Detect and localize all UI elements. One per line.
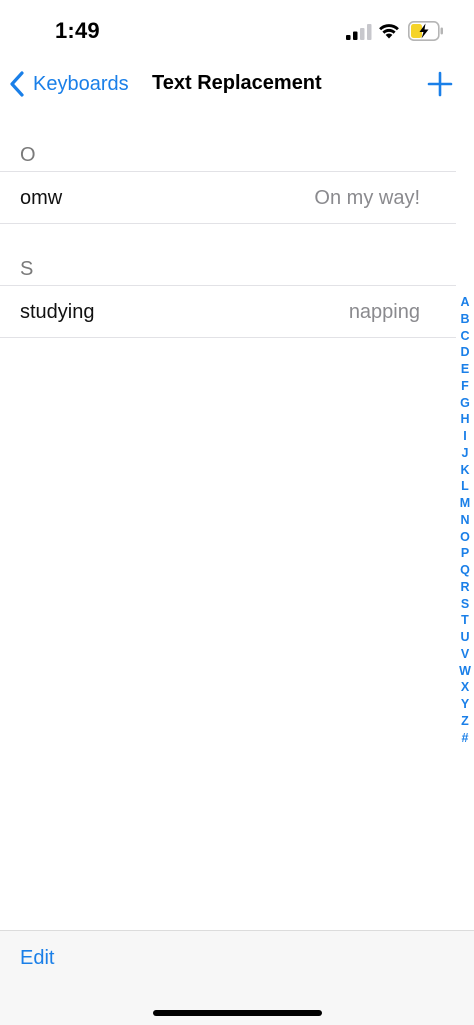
index-letter[interactable]: U [460, 629, 469, 646]
bottom-toolbar: Edit [0, 930, 474, 1025]
section-header-s: S [20, 258, 34, 280]
index-letter[interactable]: L [461, 478, 469, 495]
index-letter[interactable]: J [462, 445, 469, 462]
back-button-keyboards[interactable]: Keyboards [8, 68, 129, 100]
index-letter[interactable]: O [460, 529, 470, 546]
section-header-o: O [20, 144, 36, 166]
cellular-signal-icon [346, 24, 372, 40]
index-letter[interactable]: F [461, 378, 469, 395]
index-letter[interactable]: G [460, 395, 470, 412]
index-letter[interactable]: I [463, 428, 466, 445]
index-letter[interactable]: Q [460, 562, 470, 579]
status-bar: 1:49 [0, 0, 474, 62]
battery-charging-icon [408, 21, 443, 41]
index-letter[interactable]: Z [461, 713, 469, 730]
back-label: Keyboards [33, 72, 129, 95]
index-letter[interactable]: K [460, 462, 469, 479]
home-indicator [153, 1010, 322, 1016]
shortcut-text: studying [20, 301, 95, 323]
index-letter[interactable]: E [461, 361, 469, 378]
phrase-text: On my way! [314, 187, 420, 209]
index-letter[interactable]: S [461, 596, 469, 613]
index-letter[interactable]: A [460, 294, 469, 311]
navigation-bar: Keyboards Text Replacement [0, 62, 474, 106]
section-index[interactable]: A B C D E F G H I J K L M N O P Q R S T U V W X Y Z # [455, 294, 474, 746]
shortcut-text: omw [20, 187, 63, 209]
index-letter[interactable]: D [460, 344, 469, 361]
phrase-text: napping [348, 301, 420, 323]
page-title: Text Replacement [152, 72, 322, 94]
index-letter[interactable]: M [460, 495, 470, 512]
index-letter[interactable]: N [460, 512, 469, 529]
text-replacement-screen: 1:49 Keyboards Text Replacement O omw On… [0, 0, 474, 1025]
index-letter[interactable]: Y [461, 696, 469, 713]
index-letter[interactable]: # [462, 730, 469, 747]
index-letter[interactable]: X [461, 679, 469, 696]
chevron-left-icon [10, 71, 24, 97]
index-letter[interactable]: T [461, 612, 469, 629]
index-letter[interactable]: V [461, 646, 469, 663]
index-letter[interactable]: W [459, 663, 471, 680]
wifi-icon [379, 24, 399, 39]
index-letter[interactable]: H [460, 411, 469, 428]
index-letter[interactable]: P [461, 545, 469, 562]
list-item[interactable]: studying napping [0, 285, 456, 338]
index-letter[interactable]: B [460, 311, 469, 328]
index-letter[interactable]: R [460, 579, 469, 596]
edit-button[interactable]: Edit [20, 947, 54, 970]
status-time: 1:49 [55, 18, 100, 43]
list-item[interactable]: omw On my way! [0, 171, 456, 224]
index-letter[interactable]: C [460, 328, 469, 345]
plus-icon[interactable] [426, 70, 454, 98]
